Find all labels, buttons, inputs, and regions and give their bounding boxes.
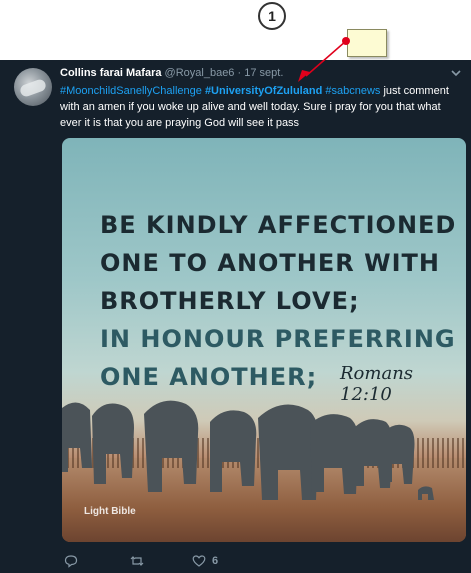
hashtag-sabcnews[interactable]: #sabcnews [325,85,380,97]
author-handle[interactable]: @Royal_bae6 [165,67,235,79]
tweet-text: #MoonchildSanellyChallenge #UniversityOf… [60,83,460,131]
reply-icon [64,555,78,568]
separator-dot: · [237,67,242,79]
elephants-illustration [62,400,434,500]
quote-line: BROTHERLY LOVE; [100,287,360,315]
tweet-date[interactable]: 17 sept. [244,67,283,79]
chevron-down-icon[interactable] [449,66,463,80]
quote-line: BE KINDLY AFFECTIONED [100,211,457,239]
step-number-badge: 1 [258,2,286,30]
tweet[interactable]: Collins farai Mafara @Royal_bae6 · 17 se… [0,60,471,573]
quote-line: ONE TO ANOTHER WITH [100,249,440,277]
quote-line: IN HONOUR PREFERRING [100,325,456,353]
tweet-actions: 6 [60,552,320,572]
avatar[interactable] [14,68,52,106]
light-bible-logo: Light Bible [84,506,136,517]
reply-button[interactable] [64,552,84,570]
tweet-header: Collins farai Mafara @Royal_bae6 · 17 se… [60,67,447,83]
like-count: 6 [212,555,219,567]
tweet-media-image[interactable]: BE KINDLY AFFECTIONED ONE TO ANOTHER WIT… [62,138,466,542]
annotation-area: 1 [0,0,471,60]
hashtag-university[interactable]: #UniversityOfZululand [205,85,322,97]
hashtag-moonchild[interactable]: #MoonchildSanellyChallenge [60,85,202,97]
retweet-icon [130,556,144,566]
heart-icon [192,555,206,567]
like-button[interactable]: 6 [192,552,218,570]
annotation-callout [347,29,387,57]
author-name[interactable]: Collins farai Mafara [60,67,161,79]
retweet-button[interactable] [130,552,150,570]
